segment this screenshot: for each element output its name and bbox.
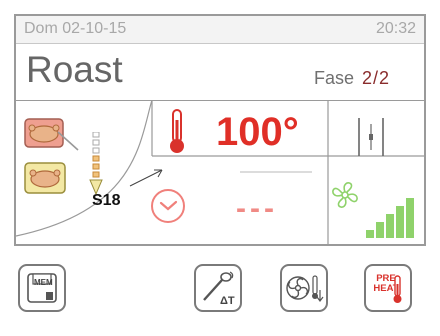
floppy-disk-icon [27, 273, 57, 303]
temperature-value[interactable]: 100° [216, 110, 299, 155]
phase-value: 2/2 [362, 68, 391, 88]
phase-label: Fase [314, 68, 355, 88]
fan-level-bar [376, 222, 384, 238]
date-readout: Dom 02-10-15 [24, 20, 127, 37]
fan-icon[interactable] [330, 180, 360, 210]
preheat-thermometer-icon [393, 275, 402, 303]
mem-label: MEM [34, 278, 53, 287]
time-readout: 20:32 [375, 20, 416, 37]
clock-icon[interactable] [150, 188, 186, 224]
memory-button[interactable]: MEM [18, 264, 66, 312]
roast-chicken-icon[interactable] [24, 118, 80, 158]
time-value[interactable]: --- [236, 192, 278, 226]
roast-chicken-tray-icon[interactable] [24, 162, 70, 196]
vent-slider-icon[interactable] [356, 116, 386, 158]
status-bar: Dom 02-10-15 20:32 [16, 16, 424, 44]
svg-text:ΔT: ΔT [220, 295, 235, 307]
fan-level-bars[interactable] [366, 192, 418, 238]
thermometer-icon[interactable] [166, 108, 188, 156]
fan-thermometer-icon [286, 275, 324, 302]
fan-level-bar [386, 214, 394, 238]
core-probe-button[interactable]: ΔT [194, 264, 242, 312]
preheat-button[interactable]: PRE HEAT [364, 264, 412, 312]
fan-level-bar [406, 198, 414, 238]
fan-level-bar [366, 230, 374, 238]
arrow-icon [129, 169, 163, 187]
fan-temperature-button[interactable] [280, 264, 328, 312]
fan-level-bar [396, 206, 404, 238]
program-name: Roast [26, 49, 123, 90]
step-progress-icon [88, 131, 104, 198]
program-header[interactable]: Roast Fase 2/2 [16, 44, 424, 101]
oven-display-panel: Dom 02-10-15 20:32 Roast Fase 2/2 S18 10… [14, 14, 426, 246]
step-label: S18 [92, 192, 121, 209]
probe-delta-t-icon: ΔT [203, 271, 235, 307]
